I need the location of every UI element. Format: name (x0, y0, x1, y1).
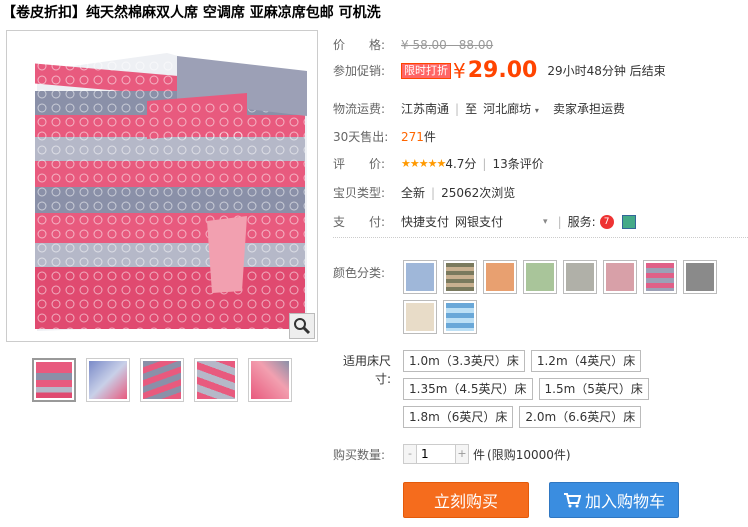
quantity-plus-button[interactable]: + (456, 445, 468, 463)
color-swatch[interactable] (643, 260, 677, 294)
color-swatch[interactable] (483, 260, 517, 294)
color-swatch[interactable] (403, 260, 437, 294)
quantity-minus-button[interactable]: - (404, 445, 416, 463)
size-option[interactable]: 1.5m（5英尺）床 (538, 378, 649, 400)
color-swatch[interactable] (563, 260, 597, 294)
quantity-stepper: - + 件 (限购10000件) (403, 444, 571, 464)
shipping-row: 物流运费: 江苏南通 | 至 河北廊坊 ▾ 卖家承担运费 (333, 100, 625, 117)
thumbnail-2[interactable] (86, 358, 130, 402)
size-option[interactable]: 1.0m（3.3英尺）床 (403, 350, 525, 372)
size-option[interactable]: 1.35m（4.5英尺）床 (403, 378, 533, 400)
thumbnail-strip (32, 358, 292, 402)
magnifier-icon (294, 318, 311, 335)
color-swatch[interactable] (683, 260, 717, 294)
size-label: 适用床尺寸: (342, 354, 391, 386)
bedsheet-image (35, 53, 307, 331)
promo-tag: 限时打折 (401, 62, 451, 79)
thumbnail-1[interactable] (32, 358, 76, 402)
color-swatch[interactable] (443, 300, 477, 334)
buy-now-button[interactable]: 立刻购买 (403, 482, 529, 518)
original-price: ¥ 58.00 - 88.00 (401, 37, 494, 52)
thumbnail-4[interactable] (194, 358, 238, 402)
ship-to-select[interactable]: 河北廊坊 ▾ (483, 100, 539, 117)
swatch-pink-floral-icon (606, 263, 634, 291)
payment-dropdown-icon[interactable]: ▾ (543, 217, 548, 227)
shipping-fee: 卖家承担运费 (552, 102, 625, 116)
rating-score: 4.7分 (445, 157, 477, 171)
promo-label: 参加促销: (333, 64, 386, 78)
buy-now-label: 立刻购买 (433, 492, 498, 511)
sold-unit: 件 (423, 130, 436, 144)
swatch-orange-floral-icon (486, 263, 514, 291)
size-option[interactable]: 2.0m（6.6英尺）床 (519, 406, 642, 428)
ship-to-prefix: 至 (465, 102, 478, 116)
swatch-blue-stripe-icon (446, 303, 474, 331)
quantity-limit: (限购10000件) (487, 447, 571, 462)
color-label-row: 颜色分类: (333, 264, 401, 281)
service-guarantee-icon[interactable] (621, 214, 636, 229)
service-label: 服务: (567, 215, 596, 229)
color-swatch-list (403, 260, 723, 334)
cart-icon (563, 493, 581, 508)
size-option-list: 1.0m（3.3英尺）床 1.2m（4英尺）床 1.35m（4.5英尺）床 1.… (403, 350, 653, 428)
review-count-link[interactable]: 13条评价 (492, 155, 543, 172)
payment-row: 支 付: 快捷支付 网银支付 ▾ | 服务: 7 (333, 213, 636, 230)
ship-from: 江苏南通 (401, 102, 450, 116)
payment-label: 支 付: (333, 215, 386, 229)
add-to-cart-label: 加入购物车 (584, 492, 665, 511)
swatch-grey-floral-icon (566, 263, 594, 291)
size-option[interactable]: 1.2m（4英尺）床 (530, 350, 642, 372)
sold-count: 271 (401, 129, 424, 144)
color-swatch[interactable] (443, 260, 477, 294)
swatch-green-floral-icon (526, 263, 554, 291)
rating-label: 评 价: (333, 157, 386, 171)
thumbnail-5[interactable] (248, 358, 292, 402)
item-type-row: 宝贝类型: 全新 | 25062次浏览 (333, 185, 516, 201)
size-label-row: 适用床尺寸: (333, 352, 391, 388)
add-to-cart-button[interactable]: 加入购物车 (549, 482, 679, 518)
payment-method-bank: 网银支付 (455, 215, 504, 229)
color-swatch[interactable] (403, 300, 437, 334)
divider (333, 237, 748, 238)
quantity-label: 购买数量: (333, 448, 386, 462)
chevron-down-icon: ▾ (534, 106, 539, 115)
service-7day-icon[interactable]: 7 (599, 214, 614, 229)
promo-row: 参加促销: 限时打折 ¥ 29.00 29小时48分钟 后结束 (333, 58, 666, 83)
item-condition: 全新 (401, 186, 426, 200)
swatch-cream-floral-icon (406, 303, 434, 331)
current-price: 29.00 (467, 58, 538, 83)
size-option[interactable]: 1.8m（6英尺）床 (403, 406, 514, 428)
payment-method-quick: 快捷支付 (401, 215, 450, 229)
quantity-input[interactable] (416, 445, 456, 463)
price-row: 价 格: ¥ 58.00 - 88.00 (333, 36, 493, 53)
swatch-blue-floral-icon (406, 263, 434, 291)
color-swatch[interactable] (603, 260, 637, 294)
sold-label: 30天售出: (333, 130, 389, 144)
color-label: 颜色分类: (333, 266, 386, 280)
shipping-label: 物流运费: (333, 102, 386, 116)
rating-row: 评 价: ★★★★★ 4.7分 | 13条评价 (333, 155, 544, 172)
product-title: 【卷皮折扣】纯天然棉麻双人席 空调席 亚麻凉席包邮 可机洗 (2, 5, 381, 21)
countdown-timer: 29小时48分钟 后结束 (547, 64, 666, 78)
swatch-grey-red-icon (686, 263, 714, 291)
yen-symbol: ¥ (453, 58, 466, 83)
product-main-image[interactable] (6, 30, 318, 342)
ship-sep: | (455, 101, 460, 116)
sold-row: 30天售出: 271 件 (333, 128, 436, 145)
quantity-label-row: 购买数量: (333, 446, 401, 463)
color-swatch[interactable] (523, 260, 557, 294)
swatch-stripe-dark-icon (446, 263, 474, 291)
view-count: 25062次浏览 (441, 186, 516, 200)
thumbnail-3[interactable] (140, 358, 184, 402)
swatch-pink-grey-stripe-icon (646, 263, 674, 291)
item-type-label: 宝贝类型: (333, 186, 386, 200)
zoom-button[interactable] (289, 313, 315, 339)
price-label: 价 格: (333, 38, 386, 52)
star-rating-icon: ★★★★★ (401, 157, 446, 170)
quantity-unit: 件 (473, 447, 486, 462)
